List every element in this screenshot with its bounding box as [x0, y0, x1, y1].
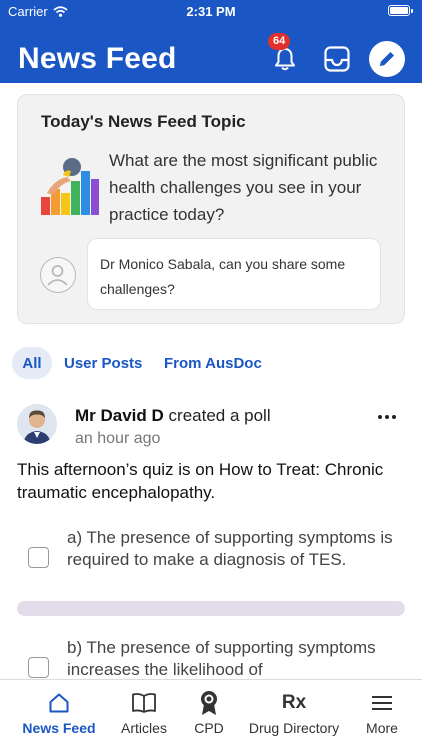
bar-chart-icon [41, 158, 99, 215]
book-icon [132, 693, 156, 713]
post-action: created a poll [168, 406, 271, 425]
poll-option-checkbox[interactable] [28, 547, 49, 568]
tab-from-ausdoc[interactable]: From AusDoc [164, 347, 262, 379]
nav-drug-directory[interactable]: Rx Drug Directory [242, 680, 346, 750]
award-icon [201, 691, 217, 715]
nav-cpd[interactable]: CPD [184, 680, 234, 750]
battery-icon [388, 5, 413, 16]
nav-news-feed[interactable]: News Feed [15, 680, 103, 750]
post-text: This afternoon’s quiz is on How to Treat… [17, 460, 384, 502]
bottom-nav: News Feed Articles CPD Rx Drug Directory [0, 679, 422, 750]
poll-option-checkbox[interactable] [28, 657, 49, 678]
post-more-button[interactable] [372, 405, 402, 429]
tab-all[interactable]: All [12, 347, 52, 379]
nav-more[interactable]: More [354, 680, 410, 750]
post-timestamp: an hour ago [75, 430, 161, 447]
author-photo [17, 404, 57, 444]
answer-prompt-field[interactable]: Dr Monico Sabala, can you share some cha… [87, 238, 381, 310]
nav-label: More [366, 720, 398, 736]
nav-label: CPD [194, 720, 224, 736]
notification-badge: 64 [268, 33, 291, 50]
compose-button[interactable] [369, 41, 405, 77]
nav-label: Articles [121, 720, 167, 736]
tab-user-posts[interactable]: User Posts [64, 347, 142, 379]
post-author[interactable]: Mr David D [75, 406, 164, 425]
status-time: 2:31 PM [186, 4, 236, 19]
topic-heading: Today's News Feed Topic [41, 112, 246, 131]
menu-icon [372, 696, 392, 710]
pencil-icon [380, 52, 394, 66]
news-feed-topic-card[interactable]: Today's News Feed Topic What are the mos… [17, 94, 405, 324]
topic-question: What are the most significant public hea… [109, 151, 378, 224]
nav-articles[interactable]: Articles [109, 680, 179, 750]
nav-label: News Feed [22, 720, 96, 736]
poll-option-text[interactable]: a) The presence of supporting symptoms i… [67, 527, 397, 571]
rx-icon: Rx [281, 692, 307, 713]
nav-label: Drug Directory [248, 720, 340, 736]
page-title: News Feed [18, 42, 177, 75]
author-avatar[interactable] [17, 404, 57, 444]
user-avatar [40, 257, 76, 293]
more-dots-icon [378, 415, 382, 419]
app-header: Carrier 2:31 PM News Feed 64 [0, 0, 422, 83]
poll-result-bar [17, 601, 405, 616]
inbox-button[interactable] [320, 42, 354, 76]
status-bar: Carrier 2:31 PM [0, 0, 422, 24]
person-placeholder-icon [47, 265, 68, 286]
home-icon [49, 693, 69, 713]
inbox-icon [324, 46, 350, 72]
post-header: Mr David D created a poll [75, 406, 271, 426]
poll-option-text[interactable]: b) The presence of supporting symptoms i… [67, 637, 397, 681]
